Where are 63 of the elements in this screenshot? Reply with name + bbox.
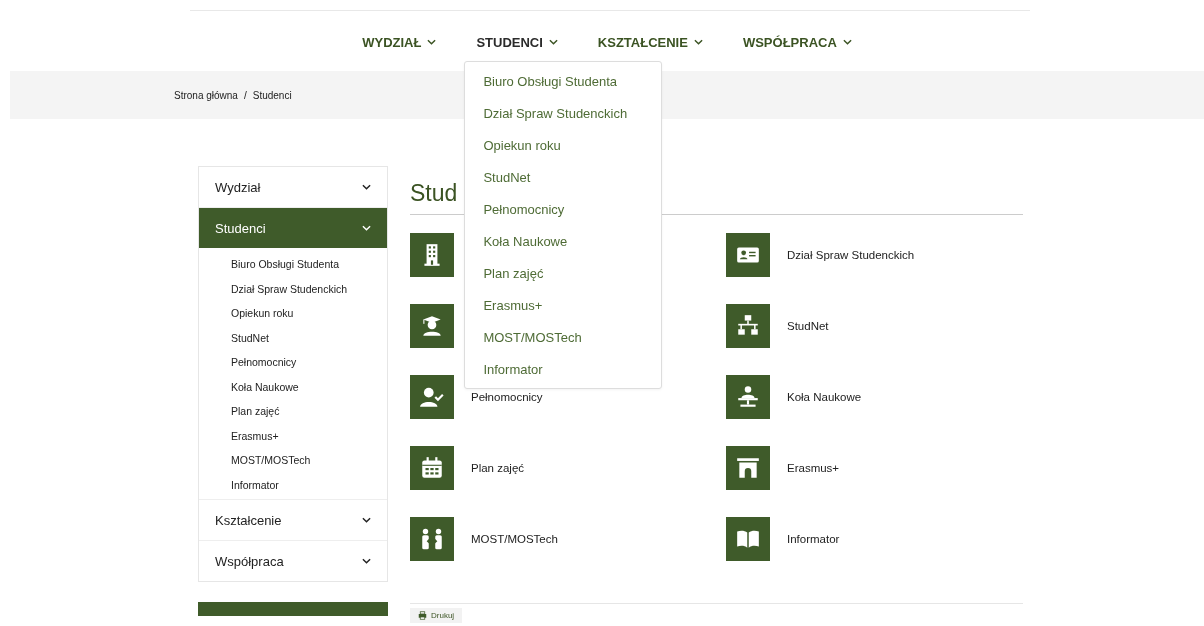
tile-button[interactable] [726,446,770,490]
dropdown-item[interactable]: Plan zajęć [465,257,662,290]
sidebar-subitem[interactable]: Opiekun roku [231,301,387,326]
sidebar-subitem[interactable]: Informator [231,472,387,497]
sidebar-item[interactable]: Współpraca [199,540,387,581]
tile-button[interactable] [726,304,770,348]
tile-link[interactable]: MOST/MOSTech [471,533,558,545]
tile-link[interactable]: Dział Spraw Studenckich [787,249,915,261]
print-button[interactable]: Drukuj [410,608,463,623]
dropdown-item[interactable]: Pełnomocnicy [465,193,662,226]
nav-link[interactable]: KSZTAŁCENIE [597,34,703,50]
presenter-icon [735,384,761,410]
tile-button[interactable] [410,375,454,419]
sidebar-item[interactable]: Studenci [199,207,387,248]
tile-link[interactable]: Informator [787,533,840,545]
tile-button[interactable] [410,517,454,561]
tile-button[interactable] [726,375,770,419]
breadcrumb-link[interactable]: Studenci [252,89,292,101]
chevron-down-icon [548,39,558,45]
dropdown-item[interactable]: StudNet [465,161,662,194]
tile-link[interactable]: Plan zajęć [471,462,525,474]
tile-button[interactable] [410,304,454,348]
nav-link[interactable]: WSPÓŁPRACA [742,34,852,50]
breadcrumb-separator: / [243,89,247,101]
sidebar-subitem[interactable]: Plan zajęć [231,399,387,424]
tile-link[interactable]: Pełnomocnicy [471,391,543,403]
tile-link[interactable]: Koła Naukowe [787,391,862,403]
printer-icon [418,611,427,620]
sidebar-item[interactable]: Wydział [199,167,387,207]
chevron-down-icon [427,39,437,45]
dropdown-item[interactable]: MOST/MOSTech [465,321,662,354]
nav-link[interactable]: WYDZIAŁ [362,34,437,50]
sidebar-item[interactable]: Kształcenie [199,499,387,540]
chevron-down-icon [362,225,371,231]
sidebar-subitem[interactable]: MOST/MOSTech [231,448,387,473]
dropdown-item[interactable]: Informator [465,353,662,386]
sidebar-subitem[interactable]: StudNet [231,325,387,350]
tile-link[interactable]: StudNet [787,320,829,332]
tile-button[interactable] [410,446,454,490]
sidebar-subitem[interactable]: Pełnomocnicy [231,350,387,375]
dropdown-item[interactable]: Opiekun roku [465,129,662,162]
tile-button[interactable] [726,517,770,561]
dropdown-item[interactable]: Erasmus+ [465,289,662,322]
chevron-down-icon [693,39,703,45]
dropdown-item[interactable]: Biuro Obsługi Studenta [465,65,662,98]
tile-link[interactable]: Erasmus+ [787,462,840,474]
chevron-down-icon [362,558,371,564]
sidebar-subitem[interactable]: Erasmus+ [231,423,387,448]
calendar-icon [419,455,445,481]
dropdown-item[interactable]: Dział Spraw Studenckich [465,97,662,130]
sidebar-subitem[interactable]: Koła Naukowe [231,374,387,399]
nav-link[interactable]: STUDENCI [476,34,558,50]
breadcrumb-link[interactable]: Strona główna [174,89,238,101]
chevron-down-icon [362,184,371,190]
sidebar-subitem[interactable]: Biuro Obsługi Studenta [231,252,387,277]
people-exchange-icon [419,526,445,552]
arch-icon [735,455,761,481]
dropdown-item[interactable]: Koła Naukowe [465,225,662,258]
tile-button[interactable] [726,233,770,277]
sidebar-subitem[interactable]: Dział Spraw Studenckich [231,276,387,301]
tile-button[interactable] [410,233,454,277]
chevron-down-icon [842,39,852,45]
chevron-down-icon [362,517,371,523]
